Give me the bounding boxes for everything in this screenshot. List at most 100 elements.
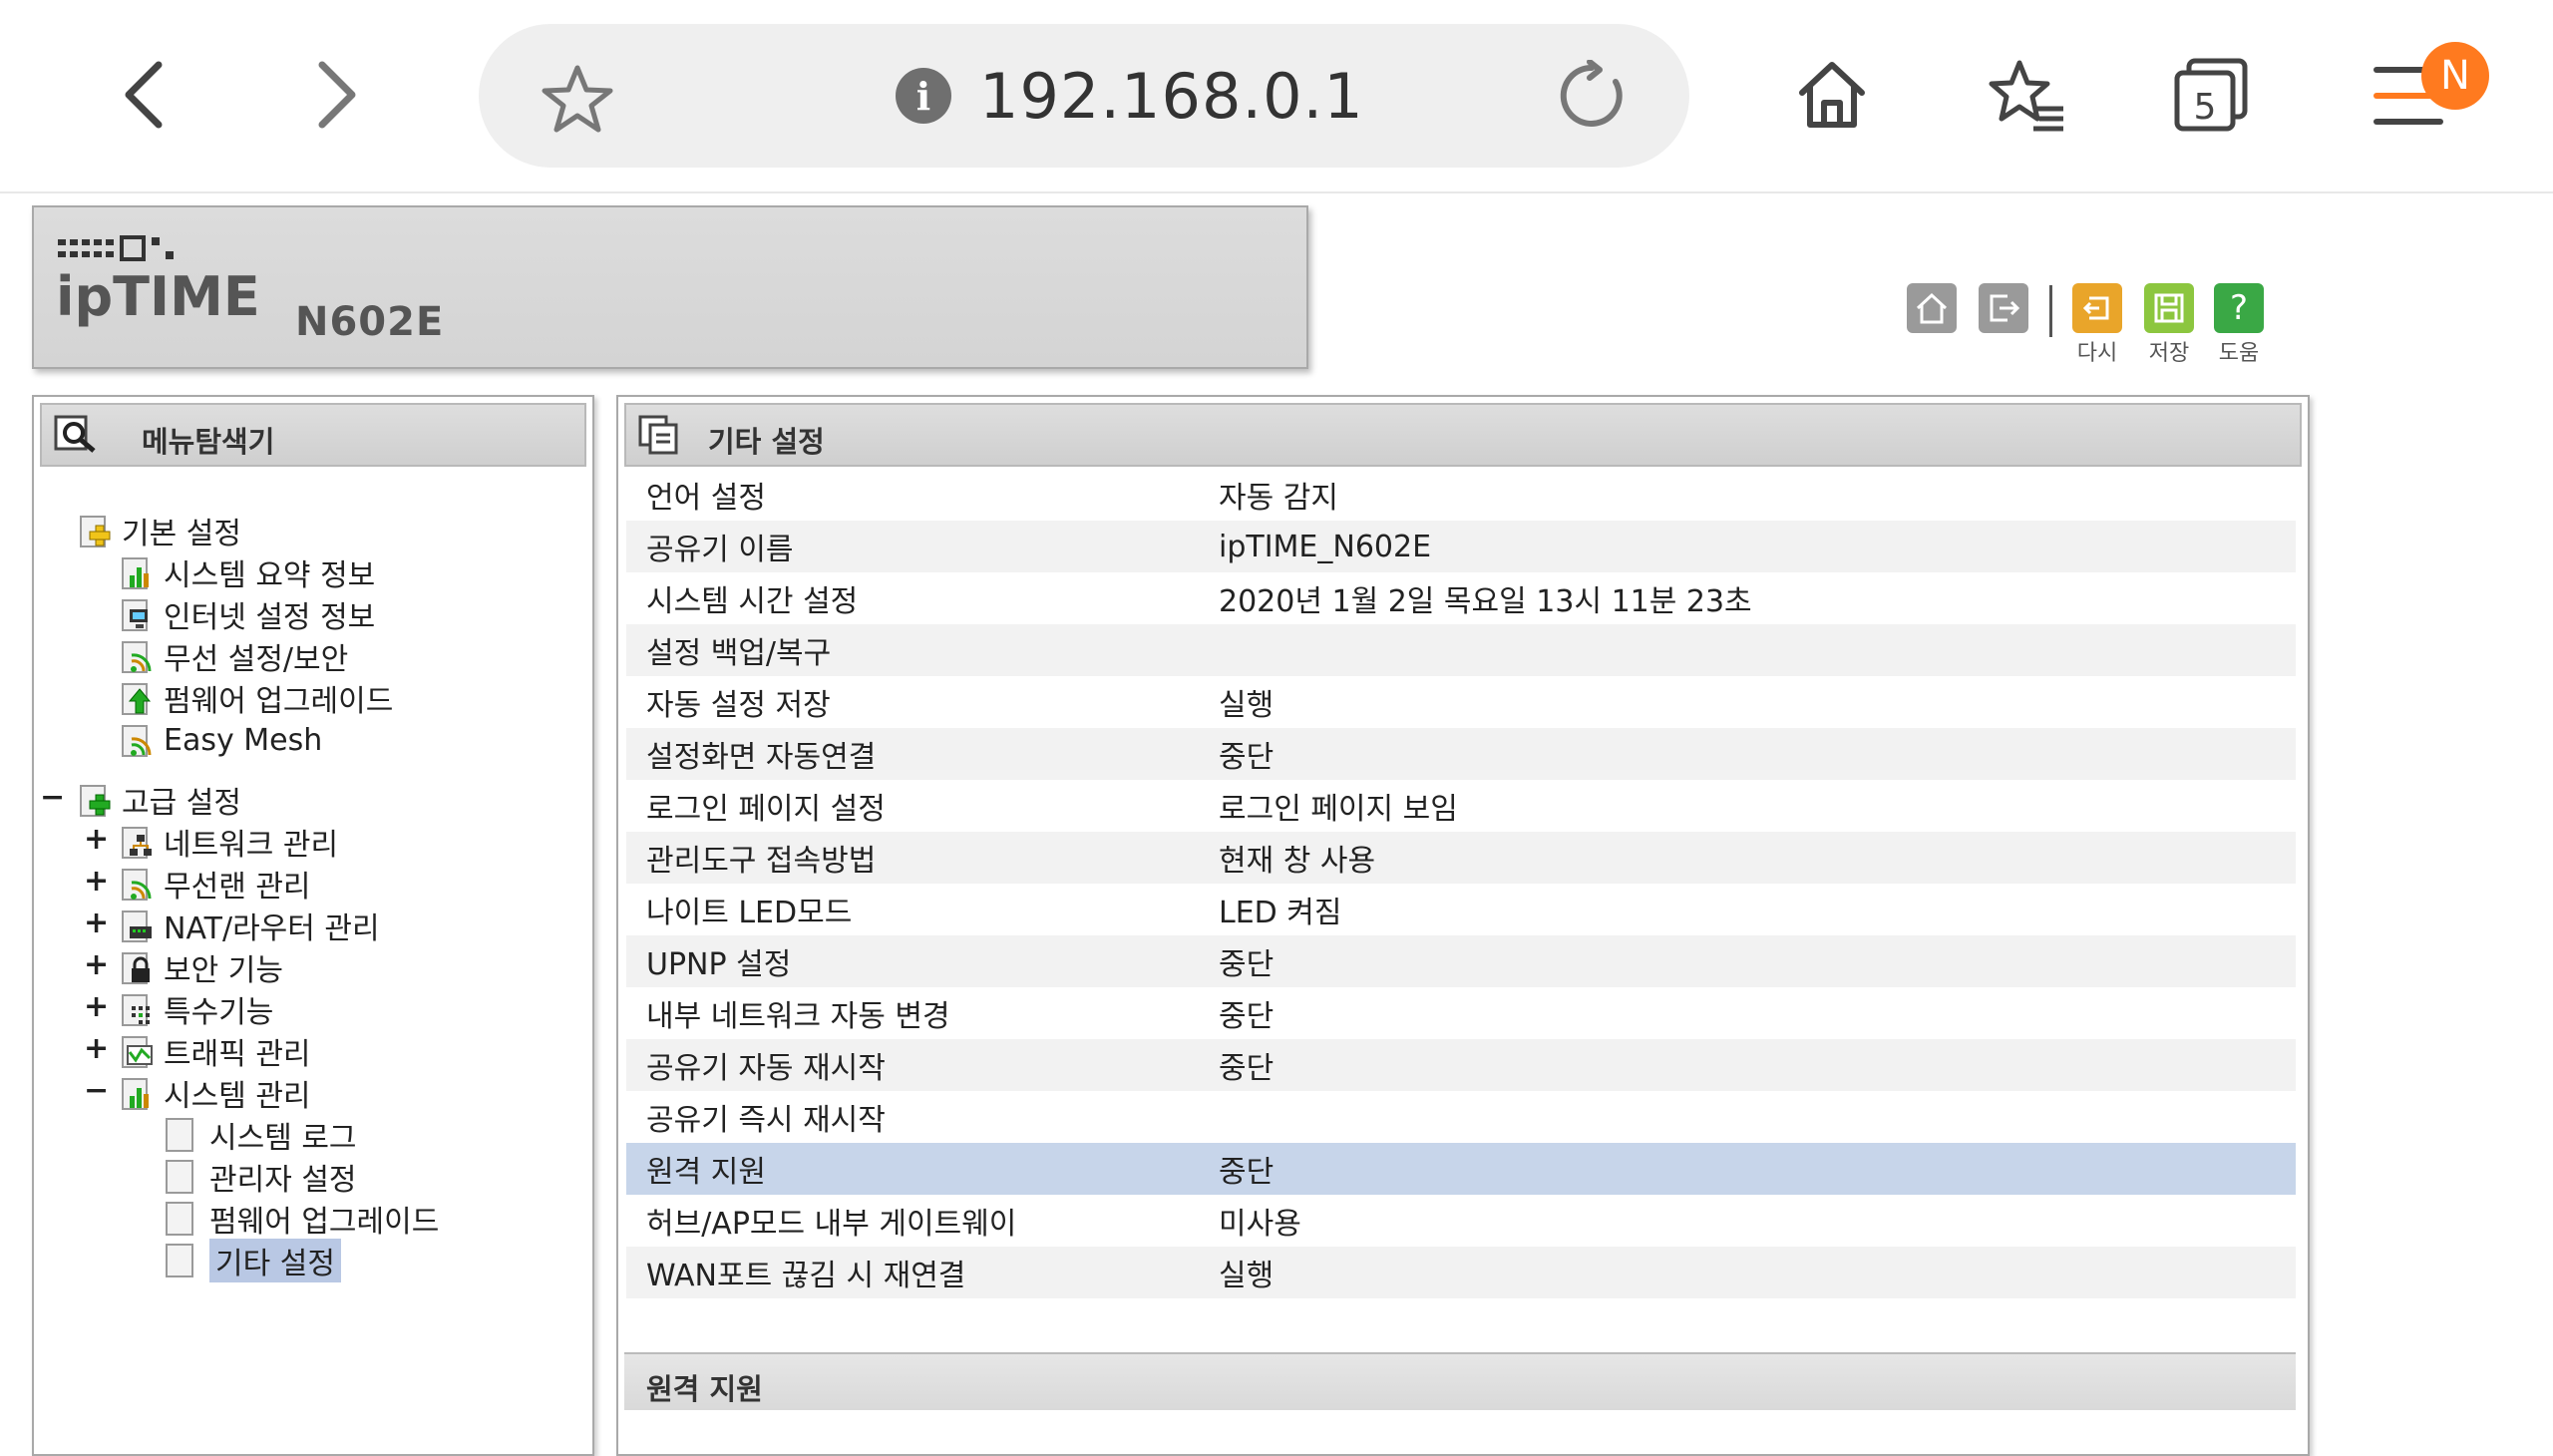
brand-dots-logo	[58, 235, 174, 261]
setting-value: 중단	[1219, 1155, 1275, 1190]
tree-toggle-system[interactable]: −	[84, 1073, 109, 1108]
setting-key: UPNP 설정	[646, 947, 792, 982]
header-help-label: 도움	[2218, 341, 2260, 366]
settings-row-admin-access[interactable]: 관리도구 접속방법 현재 창 사용	[626, 832, 2296, 884]
tabs-button[interactable]: 5	[2166, 50, 2256, 140]
reload-config-icon	[2082, 296, 2109, 320]
home-button[interactable]	[1787, 50, 1877, 140]
setting-key: 원격 지원	[646, 1155, 766, 1190]
header-reload-label: 다시	[2076, 341, 2118, 366]
tree-toggle-security[interactable]: +	[84, 947, 109, 982]
settings-row-upnp[interactable]: UPNP 설정 중단	[626, 935, 2296, 987]
content-title: 기타 설정	[708, 425, 825, 459]
setting-value: 2020년 1월 2일 목요일 13시 11분 23초	[1219, 584, 1752, 619]
chart-doc-icon	[120, 555, 154, 589]
folder-plus-icon	[78, 514, 112, 547]
header-help-button[interactable]: ?	[2214, 283, 2264, 333]
sub-section-header: 원격 지원	[624, 1352, 2296, 1410]
setting-value: 중단	[1219, 1051, 1275, 1086]
lock-doc-icon	[120, 950, 154, 984]
tree-item-security[interactable]: 보안 기능	[120, 947, 283, 988]
settings-row-night-led[interactable]: 나이트 LED모드 LED 켜짐	[626, 884, 2296, 935]
site-info-icon[interactable]: i	[896, 68, 951, 124]
brand-name: ipTIME	[56, 265, 260, 328]
tree-item-network-management[interactable]: 네트워크 관리	[120, 822, 338, 863]
tree-item-traffic[interactable]: 트래픽 관리	[120, 1031, 311, 1072]
tree-item-easy-mesh[interactable]: Easy Mesh	[120, 720, 322, 760]
tree-toggle-advanced[interactable]: −	[40, 780, 65, 815]
page-icon	[166, 1202, 193, 1236]
settings-row-router-name[interactable]: 공유기 이름 ipTIME_N602E	[626, 521, 2296, 572]
bookmarks-button[interactable]	[1983, 50, 2072, 140]
tree-item-nat-router[interactable]: NAT/라우터 관리	[120, 906, 380, 946]
setting-key: 설정 백업/복구	[646, 636, 832, 671]
tree-item-admin-settings[interactable]: 관리자 설정	[166, 1157, 357, 1198]
settings-row-auto-connect[interactable]: 설정화면 자동연결 중단	[626, 728, 2296, 780]
settings-row-lan-auto-change[interactable]: 내부 네트워크 자동 변경 중단	[626, 987, 2296, 1039]
profile-badge[interactable]: N	[2421, 42, 2489, 110]
settings-row-auto-save[interactable]: 자동 설정 저장 실행	[626, 676, 2296, 728]
magnifier-icon	[54, 415, 96, 453]
tree-item-special-functions[interactable]: 특수기능	[120, 989, 273, 1030]
page-icon	[166, 1118, 193, 1152]
tree-item-wlan-management[interactable]: 무선랜 관리	[120, 864, 311, 905]
logout-icon	[1990, 294, 2020, 322]
settings-row-login-page[interactable]: 로그인 페이지 설정 로그인 페이지 보임	[626, 780, 2296, 832]
tree-item-firmware-upgrade-basic[interactable]: 펌웨어 업그레이드	[120, 678, 393, 719]
tree-basic-settings[interactable]: 기본 설정	[78, 511, 241, 551]
setting-key: 로그인 페이지 설정	[646, 792, 886, 827]
menu-panel-title-text: 메뉴탐색기	[142, 425, 275, 459]
setting-key: 관리도구 접속방법	[646, 844, 877, 879]
tree-toggle-network[interactable]: +	[84, 822, 109, 857]
home-icon	[1916, 292, 1948, 324]
header-save-button[interactable]	[2144, 283, 2194, 333]
bookmarks-list-icon	[1989, 60, 2063, 132]
settings-row-immediate-restart[interactable]: 공유기 즉시 재시작	[626, 1091, 2296, 1143]
tree-item-wireless-security[interactable]: 무선 설정/보안	[120, 636, 348, 677]
header-reload-button[interactable]	[2072, 283, 2122, 333]
setting-key: 공유기 자동 재시작	[646, 1051, 886, 1086]
tree-toggle-traffic[interactable]: +	[84, 1031, 109, 1066]
settings-row-wan-reconnect[interactable]: WAN포트 끊김 시 재연결 실행	[626, 1247, 2296, 1298]
tree-item-internet-info[interactable]: 인터넷 설정 정보	[120, 594, 375, 635]
settings-row-language[interactable]: 언어 설정 자동 감지	[626, 469, 2296, 521]
tree-item-system-management[interactable]: 시스템 관리	[120, 1073, 311, 1114]
header-logout-button[interactable]	[1979, 283, 2028, 333]
router-model: N602E	[295, 299, 445, 345]
network-doc-icon	[120, 825, 154, 859]
header-home-button[interactable]	[1907, 283, 1957, 333]
setting-value: 실행	[1219, 688, 1275, 723]
tree-toggle-wlan[interactable]: +	[84, 864, 109, 899]
settings-row-system-time[interactable]: 시스템 시간 설정 2020년 1월 2일 목요일 13시 11분 23초	[626, 572, 2296, 624]
setting-value: 자동 감지	[1219, 481, 1338, 516]
tree-item-system-log[interactable]: 시스템 로그	[166, 1115, 357, 1156]
traffic-chart-icon	[120, 1034, 154, 1068]
content-panel: 기타 설정 언어 설정 자동 감지 공유기 이름 ipTIME_N602E 시스템 …	[616, 395, 2310, 1456]
tree-item-firmware-upgrade[interactable]: 펌웨어 업그레이드	[166, 1199, 439, 1240]
setting-value: 현재 창 사용	[1219, 844, 1376, 879]
monitor-doc-icon	[120, 597, 154, 631]
tree-item-misc-settings[interactable]: 기타 설정	[166, 1239, 341, 1282]
tree-toggle-special[interactable]: +	[84, 989, 109, 1024]
wifi-doc-icon	[120, 639, 154, 673]
reload-icon[interactable]	[1556, 60, 1628, 132]
setting-value: LED 켜짐	[1219, 896, 1342, 930]
settings-row-remote-support[interactable]: 원격 지원 중단	[626, 1143, 2296, 1195]
forward-button[interactable]	[291, 50, 381, 140]
mesh-doc-icon	[120, 723, 154, 757]
back-button[interactable]	[100, 50, 189, 140]
page-icon	[166, 1160, 193, 1194]
help-icon: ?	[2229, 288, 2249, 328]
tree-advanced-settings[interactable]: 고급 설정	[78, 780, 241, 821]
settings-row-backup-restore[interactable]: 설정 백업/복구	[626, 624, 2296, 676]
tree-item-system-summary[interactable]: 시스템 요약 정보	[120, 552, 375, 593]
setting-value: 중단	[1219, 947, 1275, 982]
address-bar[interactable]: i 192.168.0.1	[479, 24, 1689, 168]
settings-row-auto-restart[interactable]: 공유기 자동 재시작 중단	[626, 1039, 2296, 1091]
settings-row-hub-ap-gateway[interactable]: 허브/AP모드 내부 게이트웨이 미사용	[626, 1195, 2296, 1247]
setting-key: 시스템 시간 설정	[646, 584, 859, 619]
url-text[interactable]: 192.168.0.1	[979, 60, 1364, 133]
bookmark-star-icon[interactable]	[541, 62, 614, 136]
wifi-doc-icon	[120, 867, 154, 901]
tree-toggle-nat[interactable]: +	[84, 906, 109, 940]
